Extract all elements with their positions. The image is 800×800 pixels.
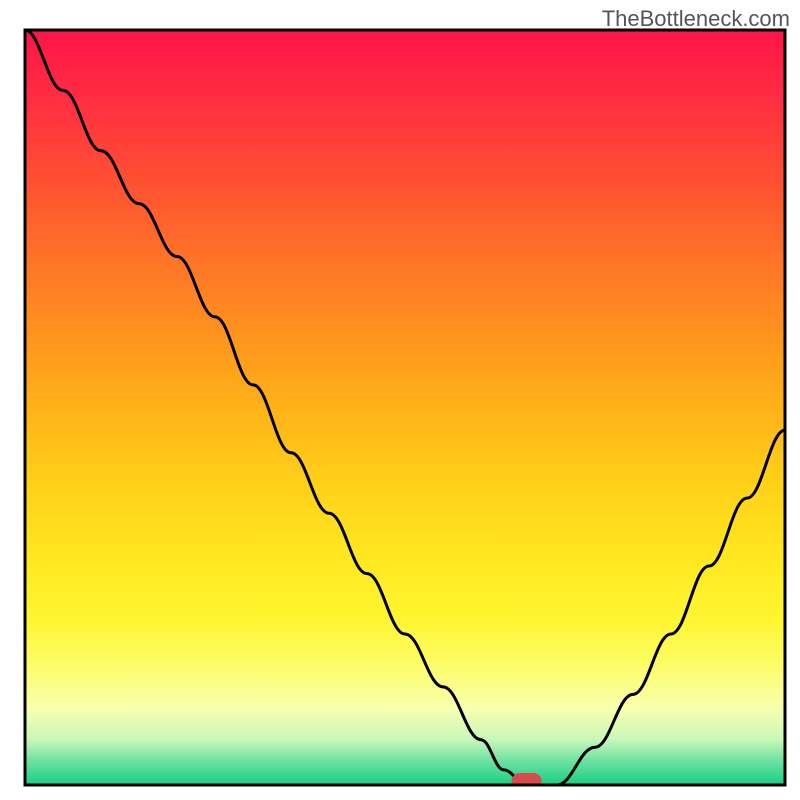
- minimum-marker: [512, 773, 542, 789]
- watermark-text: TheBottleneck.com: [602, 6, 790, 32]
- bottleneck-chart: [0, 0, 800, 800]
- chart-container: TheBottleneck.com: [0, 0, 800, 800]
- gradient-background: [25, 30, 785, 785]
